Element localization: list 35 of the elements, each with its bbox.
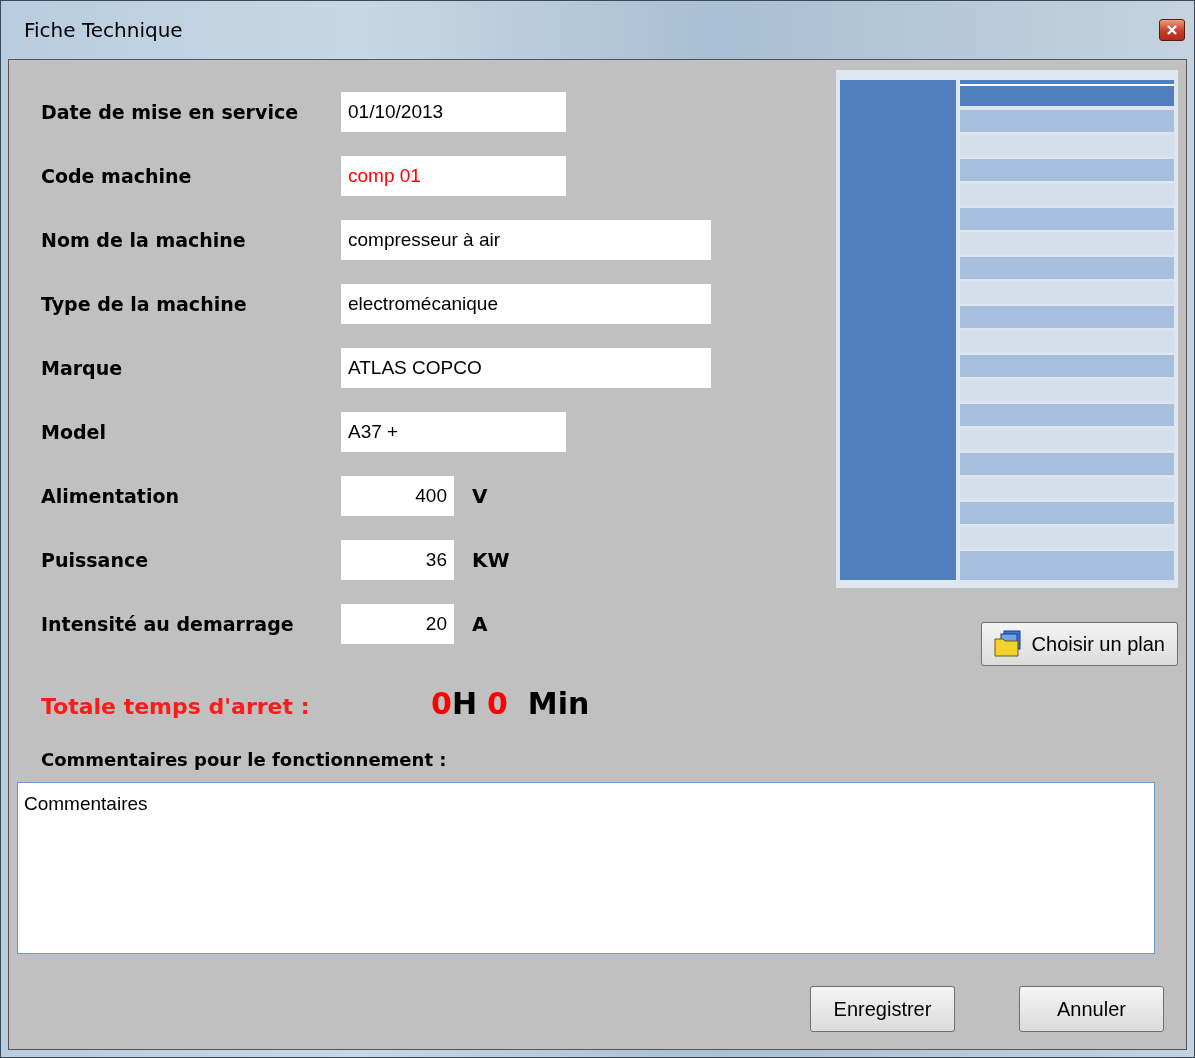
window-title: Fiche Technique — [24, 18, 183, 42]
unit-label: V — [472, 484, 488, 508]
hours-value: 0 — [431, 686, 452, 721]
input-field[interactable]: 400 — [341, 476, 454, 516]
input-field[interactable]: ATLAS COPCO — [341, 348, 711, 388]
input-field[interactable]: comp 01 — [341, 156, 566, 196]
comments-field[interactable]: Commentaires — [17, 782, 1155, 954]
folder-icon — [993, 630, 1024, 658]
field-label: Nom de la machine — [41, 229, 247, 251]
minutes-value: 0 — [487, 686, 508, 721]
unit-label: A — [472, 612, 488, 636]
input-field[interactable]: 01/10/2013 — [341, 92, 566, 132]
field-label: Code machine — [41, 165, 193, 187]
comments-label: Commentaires pour le fonctionnement : — [41, 749, 448, 770]
close-icon — [1167, 25, 1177, 35]
field-label: Puissance — [41, 549, 150, 571]
input-field[interactable]: compresseur à air — [341, 220, 711, 260]
hours-unit: H — [451, 686, 477, 721]
input-field[interactable]: 20 — [341, 604, 454, 644]
minutes-unit: Min — [527, 686, 590, 721]
choose-plan-button[interactable]: Choisir un plan — [980, 622, 1178, 666]
dialog-button[interactable]: Annuler — [1019, 986, 1164, 1032]
dialog-button[interactable]: Enregistrer — [810, 986, 955, 1032]
field-label: Marque — [41, 357, 124, 379]
close-button[interactable] — [1159, 19, 1185, 41]
input-field[interactable]: 36 — [341, 540, 454, 580]
field-label: Alimentation — [41, 485, 181, 507]
field-label: Date de mise en service — [41, 101, 300, 123]
downtime-label: Totale temps d'arret : — [41, 694, 311, 719]
field-label: Type de la machine — [41, 293, 248, 315]
input-field[interactable]: A37 + — [341, 412, 566, 452]
input-field[interactable]: electromécanique — [341, 284, 711, 324]
unit-label: KW — [472, 548, 510, 572]
field-label: Model — [41, 421, 107, 443]
field-label: Intensité au demarrage — [41, 613, 295, 635]
